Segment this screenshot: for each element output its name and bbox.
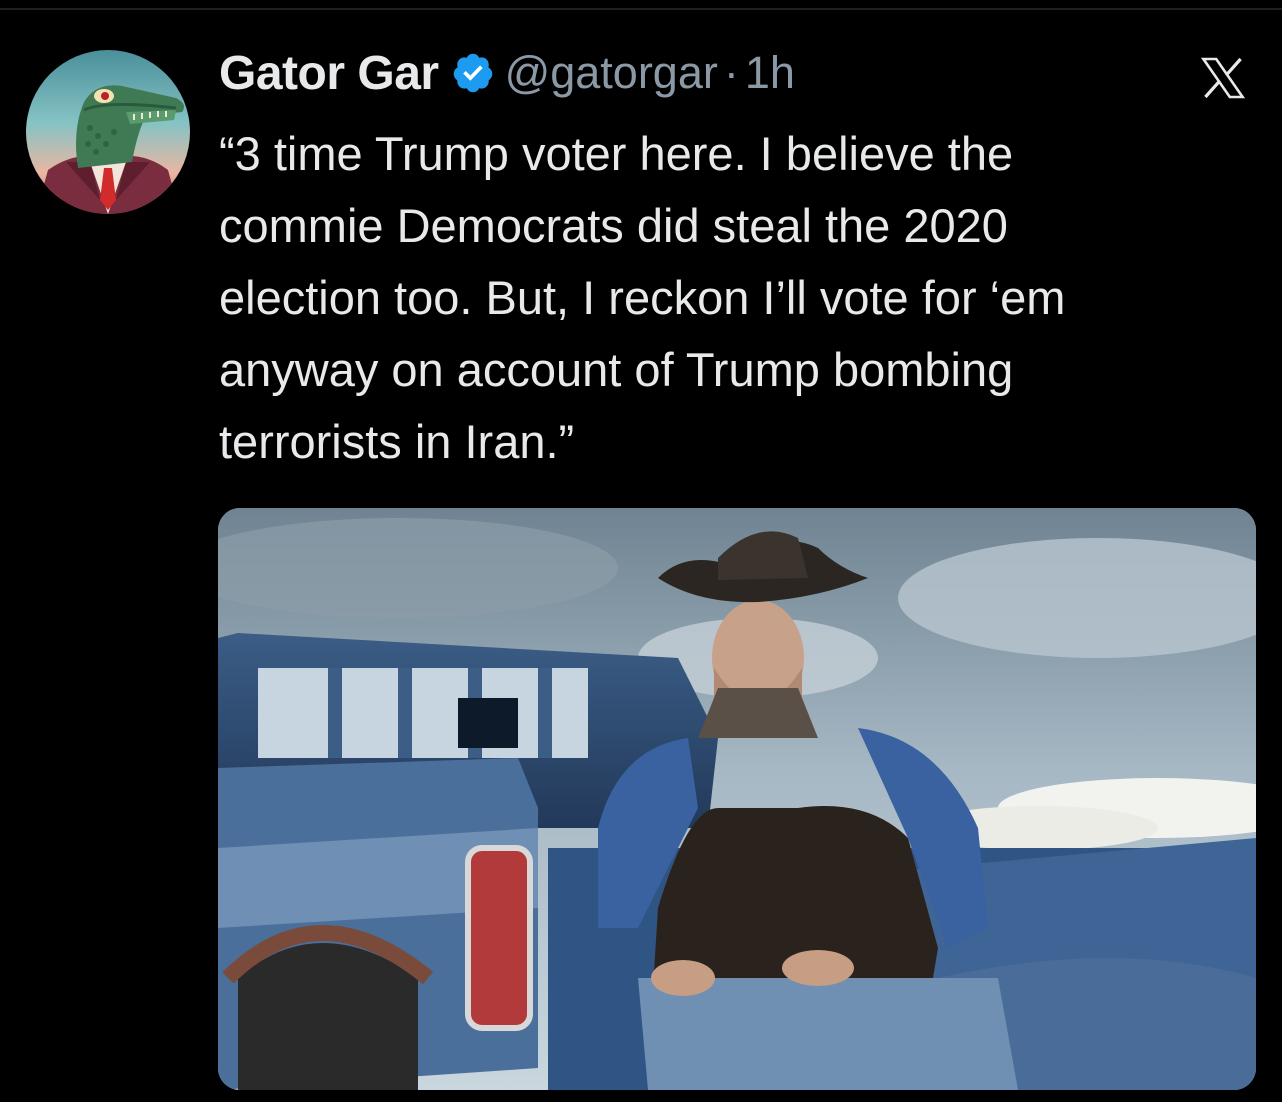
x-logo-icon [1200, 57, 1246, 99]
timestamp[interactable]: 1h [745, 47, 795, 99]
cowboy-on-pickup-photo [218, 508, 1256, 1090]
display-name[interactable]: Gator Gar [219, 46, 439, 101]
avatar[interactable] [26, 50, 190, 214]
tweet-text-line: terrorists in Iran.” [219, 415, 575, 468]
tweet-text-line: commie Democrats did steal the 2020 [219, 199, 1008, 252]
separator-dot: · [723, 47, 739, 98]
tweet-text-line: anyway on account of Trump bombing [219, 343, 1014, 396]
tweet-header: Gator Gar @gatorgar · 1h [219, 42, 795, 104]
user-handle[interactable]: @gatorgar [505, 47, 718, 99]
top-divider [0, 8, 1282, 10]
tweet-media-image[interactable] [218, 508, 1256, 1090]
verified-badge-icon [453, 53, 492, 93]
tweet-text: “3 time Trump voter here. I believe the … [219, 118, 1269, 478]
tweet-text-line: election too. But, I reckon I’ll vote fo… [219, 271, 1066, 324]
tweet-text-line: “3 time Trump voter here. I believe the [219, 127, 1014, 180]
alligator-avatar-image [36, 85, 184, 214]
